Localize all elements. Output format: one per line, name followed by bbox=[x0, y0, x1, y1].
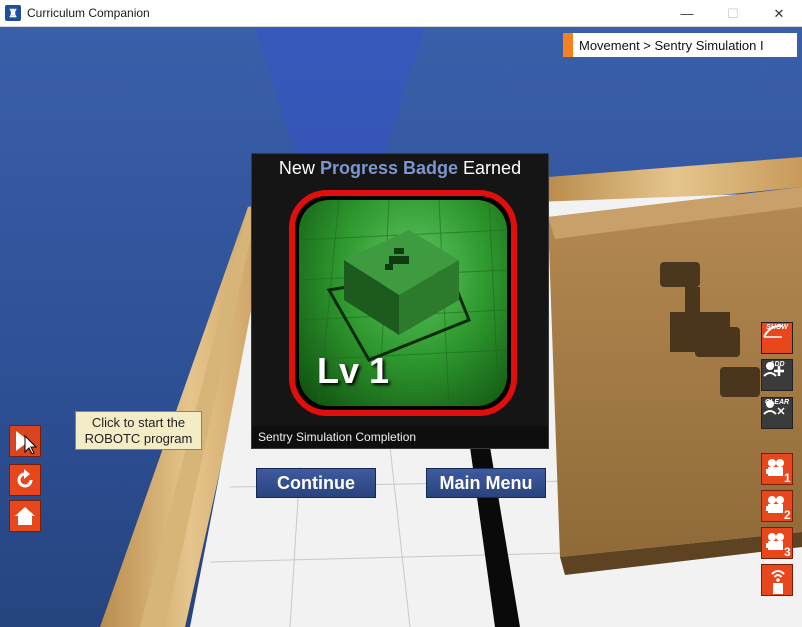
camera-number: 2 bbox=[784, 508, 791, 522]
progress-badge-image: Lv 1 bbox=[289, 190, 517, 416]
continue-button[interactable]: Continue bbox=[256, 468, 376, 498]
start-program-button[interactable] bbox=[9, 425, 41, 457]
camera-icon: 3 bbox=[766, 533, 791, 559]
badge-caption: Sentry Simulation Completion bbox=[252, 426, 548, 448]
show-path-button[interactable]: SHOW bbox=[761, 322, 793, 354]
add-marker-icon bbox=[763, 362, 784, 377]
badge-dialog: New Progress Badge Earned Lv 1 Sentry Si… bbox=[251, 153, 549, 449]
reset-arrow-icon bbox=[17, 469, 33, 488]
start-program-tooltip: Click to start the ROBOTC program bbox=[75, 411, 202, 450]
badge-level: Lv 1 bbox=[317, 350, 390, 391]
minimize-button[interactable]: — bbox=[664, 0, 710, 27]
play-cursor-icon bbox=[16, 431, 38, 454]
title-bar: ♜ Curriculum Companion — ☐ ✕ bbox=[0, 0, 802, 27]
camera-icon: 2 bbox=[766, 496, 791, 522]
remote-control-icon bbox=[771, 570, 785, 594]
heading-highlight: Progress Badge bbox=[319, 158, 459, 178]
home-button[interactable] bbox=[9, 500, 41, 532]
app-robot-icon: ♜ bbox=[5, 5, 21, 21]
tooltip-line-1: Click to start the bbox=[91, 415, 186, 430]
maximize-button[interactable]: ☐ bbox=[710, 0, 756, 27]
camera-number: 1 bbox=[784, 471, 791, 485]
camera-2-button[interactable]: 2 bbox=[761, 490, 793, 522]
clear-marker-icon bbox=[763, 400, 785, 415]
clear-waypoints-button[interactable]: CLEAR bbox=[761, 397, 793, 429]
reset-button[interactable] bbox=[9, 464, 41, 496]
home-icon bbox=[15, 507, 35, 525]
camera-icon: 1 bbox=[766, 459, 791, 485]
heading-prefix: New bbox=[278, 158, 315, 178]
window-title: Curriculum Companion bbox=[27, 6, 150, 20]
heading-suffix: Earned bbox=[463, 158, 522, 178]
add-waypoint-button[interactable]: ADD bbox=[761, 359, 793, 391]
main-menu-button[interactable]: Main Menu bbox=[426, 468, 546, 498]
remote-control-button[interactable] bbox=[761, 564, 793, 596]
camera-number: 3 bbox=[784, 545, 791, 559]
breadcrumb: Movement > Sentry Simulation I bbox=[563, 33, 797, 57]
camera-3-button[interactable]: 3 bbox=[761, 527, 793, 559]
tooltip-line-2: ROBOTC program bbox=[84, 431, 193, 446]
camera-1-button[interactable]: 1 bbox=[761, 453, 793, 485]
badge-artwork: Lv 1 bbox=[299, 200, 507, 406]
badge-heading: New Progress Badge Earned bbox=[252, 158, 548, 179]
close-button[interactable]: ✕ bbox=[756, 0, 802, 27]
path-curve-icon bbox=[763, 324, 783, 338]
